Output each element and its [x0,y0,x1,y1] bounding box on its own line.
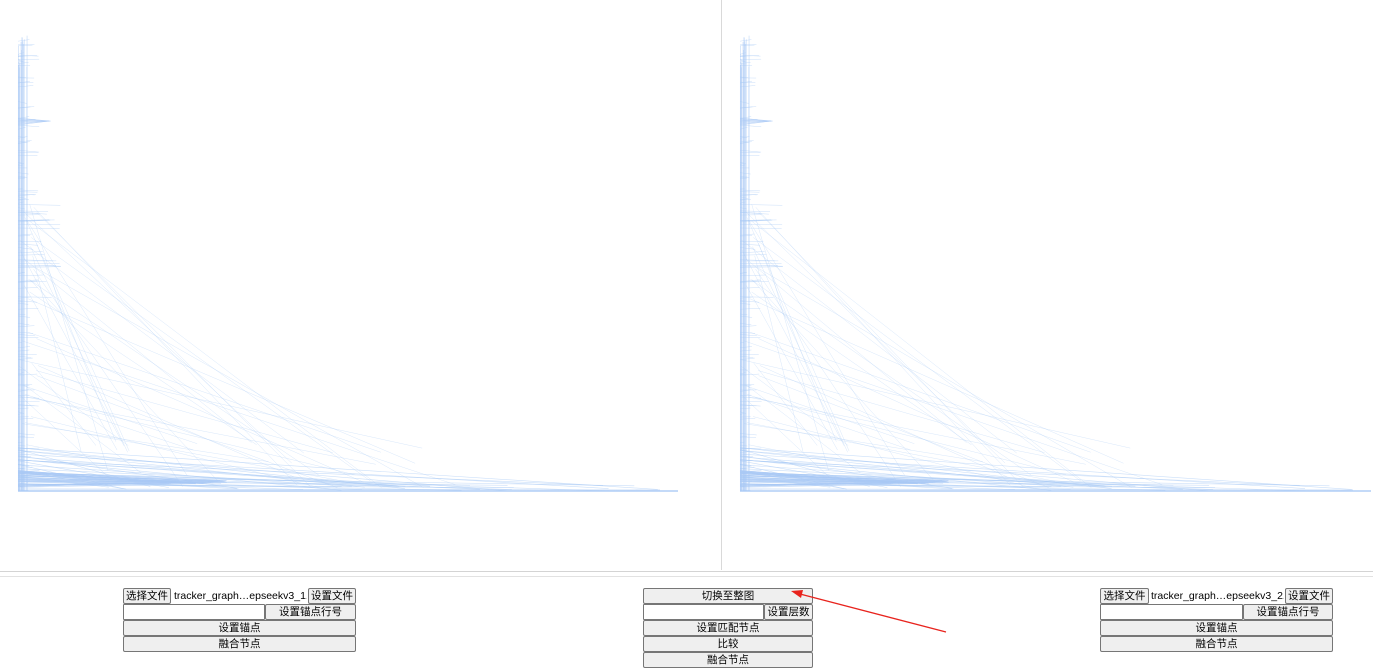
right-choose-file-button[interactable]: 选择文件 [1100,588,1149,604]
canvas-bottom-border [0,571,1373,572]
right-graph-view[interactable] [722,0,1373,570]
right-merge-nodes-button[interactable]: 融合节点 [1100,636,1333,652]
left-anchor-line-input[interactable] [123,604,265,620]
graph-canvas-area [0,0,1373,572]
graph-edges [17,35,678,492]
switch-full-graph-button[interactable]: 切换至整图 [643,588,813,604]
right-set-anchor-button[interactable]: 设置锚点 [1100,620,1333,636]
layer-count-input[interactable] [643,604,764,620]
right-anchor-line-input[interactable] [1100,604,1243,620]
left-choose-file-button[interactable]: 选择文件 [123,588,171,604]
center-merge-nodes-button[interactable]: 融合节点 [643,652,813,668]
right-set-anchor-line-button[interactable]: 设置锚点行号 [1243,604,1333,620]
left-set-anchor-line-button[interactable]: 设置锚点行号 [265,604,356,620]
left-graph-view[interactable] [0,0,720,570]
compare-button[interactable]: 比较 [643,636,813,652]
left-set-file-button[interactable]: 设置文件 [308,588,356,604]
set-match-nodes-button[interactable]: 设置匹配节点 [643,620,813,636]
right-set-file-button[interactable]: 设置文件 [1285,588,1333,604]
right-file-name: tracker_graph…epseekv3_2.ir [1151,590,1284,602]
graph-edges [739,35,1371,492]
left-merge-nodes-button[interactable]: 融合节点 [123,636,356,652]
left-file-name: tracker_graph…epseekv3_1.ir [174,590,307,602]
left-set-anchor-button[interactable]: 设置锚点 [123,620,356,636]
toolbar-top-border [0,576,1373,577]
set-layer-button[interactable]: 设置层数 [764,604,813,620]
